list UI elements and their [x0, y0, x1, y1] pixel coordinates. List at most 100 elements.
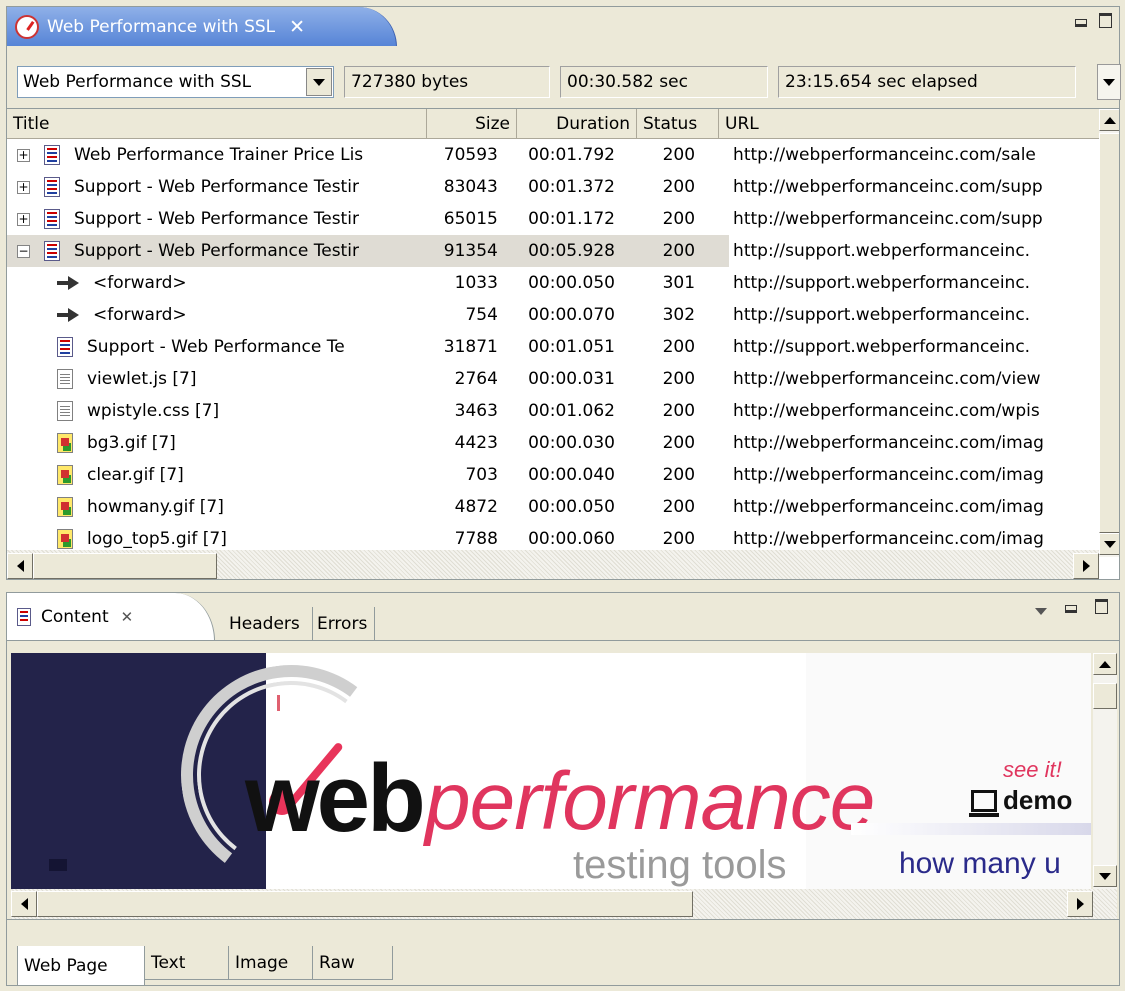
cell-title: howmany.gif [7] — [7, 491, 416, 523]
cell-url: http://webperformanceinc.com/imag — [733, 529, 1044, 549]
tab-label: Web Performance with SSL — [47, 17, 276, 37]
table-row[interactable]: bg3.gif [7] 4423 00:00.030 200 http://webper… — [7, 427, 1099, 459]
tab-web-page[interactable]: Web Page — [17, 946, 145, 986]
page-icon — [44, 177, 60, 197]
close-icon[interactable]: ✕ — [289, 16, 305, 38]
tab-image-label: Image — [235, 952, 289, 973]
tab-content[interactable]: Content ✕ — [7, 593, 215, 641]
table-body: + Web Performance Trainer Price Lis 70593 0… — [7, 139, 1099, 550]
tab-raw[interactable]: Raw — [313, 946, 393, 980]
cell-status: 200 — [662, 145, 696, 165]
cell-duration: 00:01.372 — [528, 177, 615, 197]
cell-status: 200 — [662, 433, 696, 453]
page-vertical-scrollbar[interactable] — [1093, 653, 1117, 889]
page-horizontal-scrollbar[interactable] — [11, 889, 1117, 919]
cell-duration: 00:00.050 — [528, 497, 615, 517]
maximize-icon[interactable] — [1099, 13, 1112, 32]
cell-title: + Support - Web Performance Testir — [7, 203, 416, 235]
column-header-size[interactable]: Size — [427, 109, 517, 139]
expand-icon[interactable]: + — [17, 180, 30, 194]
cell-url: http://support.webperformanceinc. — [729, 235, 1099, 267]
elapsed-field: 23:15.654 sec elapsed — [778, 66, 1076, 98]
scroll-thumb[interactable] — [1093, 683, 1117, 709]
cell-url: http://webperformanceinc.com/supp — [733, 209, 1043, 229]
logo-web-text: web — [245, 745, 426, 852]
cell-size: 31871 — [443, 337, 498, 357]
table-row[interactable]: clear.gif [7] 703 00:00.040 200 http://webpe… — [7, 459, 1099, 491]
cell-size: 65015 — [443, 209, 498, 229]
tab-content-label: Content — [41, 607, 109, 627]
close-icon[interactable]: ✕ — [121, 608, 134, 626]
scroll-thumb[interactable] — [1099, 133, 1119, 533]
scroll-down-button[interactable] — [1093, 865, 1117, 887]
column-header-duration[interactable]: Duration — [517, 109, 637, 139]
gauge-tick — [277, 695, 280, 711]
rendered-web-page[interactable]: web performance testing tools see it! de… — [11, 653, 1091, 889]
tab-web-performance-with-ssl[interactable]: Web Performance with SSL ✕ — [7, 7, 397, 47]
scroll-down-button[interactable] — [1099, 533, 1119, 555]
table-row[interactable]: − Support - Web Performance Testir 91354 00… — [7, 235, 1099, 267]
cell-status: 200 — [662, 369, 696, 389]
table-row[interactable]: logo_top5.gif [7] 7788 00:00.060 200 http://… — [7, 523, 1099, 550]
scroll-left-button[interactable] — [11, 891, 37, 917]
scroll-right-button[interactable] — [1067, 891, 1093, 917]
table-row[interactable]: wpistyle.css [7] 3463 00:01.062 200 http://w… — [7, 395, 1099, 427]
collapse-icon[interactable]: − — [17, 244, 30, 258]
scroll-left-button[interactable] — [7, 553, 33, 579]
table-horizontal-scrollbar[interactable] — [7, 550, 1099, 579]
cell-status: 200 — [662, 465, 696, 485]
row-title-text: Support - Web Performance Testir — [74, 177, 359, 197]
scroll-thumb[interactable] — [37, 891, 693, 917]
cell-duration: 00:00.040 — [528, 465, 615, 485]
tab-headers[interactable]: Headers — [217, 607, 313, 641]
row-title-text: logo_top5.gif [7] — [87, 529, 227, 549]
table-row[interactable]: <forward> 754 00:00.070 302 http://support.w… — [7, 299, 1099, 331]
expand-icon[interactable]: + — [17, 148, 30, 162]
cell-size: 2764 — [454, 369, 498, 389]
minimize-icon[interactable] — [1075, 13, 1087, 31]
expand-icon[interactable]: + — [17, 212, 30, 226]
chevron-down-icon[interactable] — [306, 68, 332, 96]
table-row[interactable]: viewlet.js [7] 2764 00:00.031 200 http://web… — [7, 363, 1099, 395]
view-menu-button[interactable] — [1097, 64, 1121, 100]
table-row[interactable]: Support - Web Performance Te 31871 00:01.0… — [7, 331, 1099, 363]
cell-status: 302 — [662, 305, 696, 325]
tab-text[interactable]: Text — [145, 946, 229, 980]
cell-size: 70593 — [443, 145, 498, 165]
cell-duration: 00:00.070 — [528, 305, 615, 325]
minimize-icon[interactable] — [1065, 599, 1077, 617]
how-many-banner[interactable]: how many u — [899, 847, 1061, 881]
column-header-title[interactable]: Title — [7, 109, 427, 139]
table-row[interactable]: + Support - Web Performance Testir 65015 00… — [7, 203, 1099, 235]
testcase-selector[interactable]: Web Performance with SSL — [17, 66, 334, 98]
view-menu-icon[interactable] — [1035, 601, 1047, 619]
cell-status: 200 — [662, 401, 696, 421]
column-header-status[interactable]: Status — [637, 109, 719, 139]
document-icon — [57, 401, 73, 421]
tab-errors[interactable]: Errors — [313, 607, 375, 641]
logo-subtitle: testing tools — [573, 843, 787, 887]
tab-headers-label: Headers — [229, 614, 300, 634]
scroll-up-button[interactable] — [1099, 109, 1119, 131]
tab-image[interactable]: Image — [229, 946, 313, 980]
table-row[interactable]: <forward> 1033 00:00.050 301 http://support.… — [7, 267, 1099, 299]
cell-duration: 00:00.050 — [528, 273, 615, 293]
table-row[interactable]: + Support - Web Performance Testir 83043 00… — [7, 171, 1099, 203]
scroll-up-button[interactable] — [1093, 653, 1117, 675]
cell-url: http://webperformanceinc.com/wpis — [733, 401, 1040, 421]
cell-url: http://support.webperformanceinc. — [733, 305, 1031, 325]
cell-size: 4872 — [454, 497, 498, 517]
image-icon — [57, 465, 73, 485]
demo-link[interactable]: demo — [969, 785, 1072, 817]
testcase-selector-value: Web Performance with SSL — [23, 72, 252, 92]
scroll-thumb[interactable] — [33, 553, 217, 579]
table-vertical-scrollbar[interactable] — [1099, 109, 1119, 557]
column-header-url[interactable]: URL — [719, 109, 1099, 139]
maximize-icon[interactable] — [1095, 599, 1108, 618]
see-it-label[interactable]: see it! — [1003, 757, 1062, 783]
scroll-right-button[interactable] — [1073, 553, 1099, 579]
table-row[interactable]: + Web Performance Trainer Price Lis 70593 0… — [7, 139, 1099, 171]
row-title-text: wpistyle.css [7] — [87, 401, 220, 421]
cell-duration: 00:00.030 — [528, 433, 615, 453]
table-row[interactable]: howmany.gif [7] 4872 00:00.050 200 http://we… — [7, 491, 1099, 523]
